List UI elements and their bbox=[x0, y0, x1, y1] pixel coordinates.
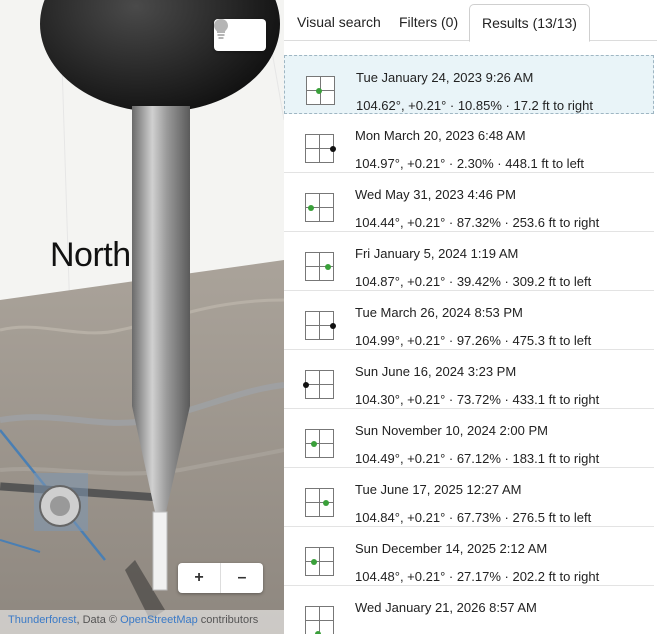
result-row[interactable]: Sun June 16, 2024 3:23 PM 104.30°, +0.21°… bbox=[284, 350, 654, 409]
position-thumbnail bbox=[305, 311, 336, 340]
zoom-controls: + – bbox=[178, 563, 263, 593]
result-date: Wed May 31, 2023 4:46 PM bbox=[355, 187, 516, 202]
map-attribution: Thunderforest, Data © OpenStreetMap cont… bbox=[0, 610, 284, 634]
side-panel: Visual search Filters (0) Results (13/13… bbox=[284, 0, 657, 634]
map-view[interactable]: North + – Thunderforest, Data © OpenStre… bbox=[0, 0, 284, 634]
position-thumbnail bbox=[305, 547, 334, 576]
result-row[interactable]: Wed May 31, 2023 4:46 PM 104.44°, +0.21° … bbox=[284, 173, 654, 232]
result-row[interactable]: Tue March 26, 2024 8:53 PM 104.99°, +0.21… bbox=[284, 291, 654, 350]
north-label: North bbox=[50, 236, 131, 274]
result-info: 104.30°, +0.21° · 73.72% · 433.1 ft to r… bbox=[355, 392, 600, 407]
position-thumbnail bbox=[305, 488, 334, 517]
position-dot bbox=[330, 145, 336, 152]
position-thumbnail bbox=[303, 370, 334, 399]
pole bbox=[132, 106, 190, 406]
result-row[interactable]: Sun November 10, 2024 2:00 PM 104.49°, +0… bbox=[284, 409, 654, 468]
position-thumbnail bbox=[305, 252, 334, 281]
tab-filters[interactable]: Filters (0) bbox=[399, 5, 458, 39]
thunderforest-link[interactable]: Thunderforest bbox=[8, 614, 76, 626]
position-thumbnail bbox=[305, 429, 334, 458]
result-date: Tue June 17, 2025 12:27 AM bbox=[355, 482, 522, 497]
result-info: 104.97°, +0.21° · 2.30% · 448.1 ft to le… bbox=[355, 156, 585, 171]
result-row[interactable]: Tue January 24, 2023 9:26 AM 104.62°, +0.… bbox=[284, 55, 654, 114]
result-info: 104.87°, +0.21° · 39.42% · 309.2 ft to l… bbox=[355, 274, 592, 289]
attribution-suffix: contributors bbox=[197, 614, 259, 626]
position-thumbnail bbox=[305, 193, 334, 222]
tab-results[interactable]: Results (13/13) bbox=[469, 4, 590, 42]
result-date: Tue January 24, 2023 9:26 AM bbox=[356, 70, 534, 85]
sphere bbox=[40, 0, 280, 112]
openstreetmap-link[interactable]: OpenStreetMap bbox=[120, 614, 198, 626]
result-row[interactable]: Fri January 5, 2024 1:19 AM 104.87°, +0.2… bbox=[284, 232, 654, 291]
tab-bar: Visual search Filters (0) Results (13/13… bbox=[284, 0, 657, 42]
position-dot bbox=[303, 381, 309, 388]
position-dot bbox=[330, 322, 336, 329]
scene-canvas bbox=[0, 0, 284, 634]
result-date: Wed January 21, 2026 8:57 AM bbox=[355, 600, 537, 615]
position-dot bbox=[311, 558, 318, 565]
position-dot bbox=[323, 499, 330, 506]
result-date: Fri January 5, 2024 1:19 AM bbox=[355, 246, 519, 261]
position-dot bbox=[316, 87, 323, 94]
result-row[interactable]: Tue June 17, 2025 12:27 AM 104.84°, +0.21… bbox=[284, 468, 654, 527]
result-info: 104.44°, +0.21° · 87.32% · 253.6 ft to r… bbox=[355, 215, 600, 230]
result-info: 104.84°, +0.21° · 67.73% · 276.5 ft to l… bbox=[355, 510, 592, 525]
result-date: Sun December 14, 2025 2:12 AM bbox=[355, 541, 548, 556]
hint-button[interactable] bbox=[214, 19, 266, 51]
pole-base bbox=[152, 511, 168, 591]
result-info: 104.48°, +0.21° · 27.17% · 202.2 ft to r… bbox=[355, 569, 600, 584]
result-info: 104.62°, +0.21° · 10.85% · 17.2 ft to ri… bbox=[356, 98, 593, 113]
position-dot bbox=[311, 440, 318, 447]
result-date: Sun November 10, 2024 2:00 PM bbox=[355, 423, 548, 438]
position-dot bbox=[324, 263, 331, 270]
result-info: 104.99°, +0.21° · 97.26% · 475.3 ft to l… bbox=[355, 333, 592, 348]
zoom-out-button[interactable]: – bbox=[220, 563, 263, 593]
result-row[interactable]: Sun December 14, 2025 2:12 AM 104.48°, +0… bbox=[284, 527, 654, 586]
position-dot bbox=[308, 204, 315, 211]
result-row[interactable]: Mon March 20, 2023 6:48 AM 104.97°, +0.21… bbox=[284, 114, 654, 173]
position-thumbnail bbox=[305, 134, 336, 163]
result-info: 104.49°, +0.21° · 67.12% · 183.1 ft to r… bbox=[355, 451, 600, 466]
attribution-middle: , Data © bbox=[76, 614, 121, 626]
results-list: Tue January 24, 2023 9:26 AM 104.62°, +0.… bbox=[284, 55, 654, 634]
result-date: Sun June 16, 2024 3:23 PM bbox=[355, 364, 517, 379]
zoom-in-button[interactable]: + bbox=[178, 563, 220, 593]
result-date: Mon March 20, 2023 6:48 AM bbox=[355, 128, 526, 143]
tab-visual-search[interactable]: Visual search bbox=[297, 5, 381, 39]
position-thumbnail bbox=[306, 76, 335, 105]
result-date: Tue March 26, 2024 8:53 PM bbox=[355, 305, 523, 320]
position-thumbnail bbox=[305, 606, 334, 634]
result-row[interactable]: Wed January 21, 2026 8:57 AM bbox=[284, 586, 654, 634]
